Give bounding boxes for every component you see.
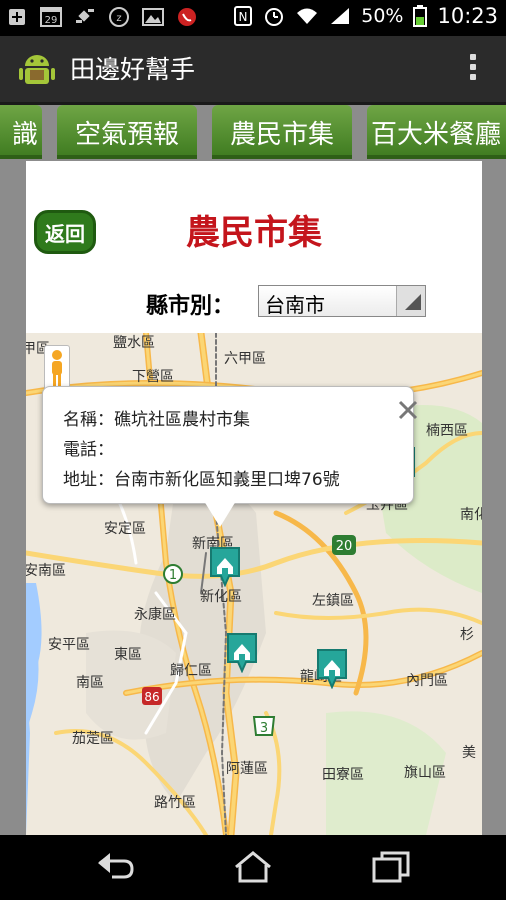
- satellite-icon: [74, 6, 96, 28]
- market-marker-icon[interactable]: [225, 631, 259, 673]
- home-nav-icon[interactable]: [228, 849, 278, 885]
- plus-notification-icon: [6, 6, 28, 28]
- clock-time: 10:23: [437, 4, 498, 28]
- info-phone-label: 電話：: [63, 440, 114, 460]
- system-status: N 50% 10:23: [233, 4, 498, 28]
- svg-text:左鎮區: 左鎮區: [312, 593, 354, 609]
- svg-text:茄萣區: 茄萣區: [72, 730, 114, 747]
- svg-text:下營區: 下營區: [132, 369, 174, 385]
- tab-label: 農民市集: [229, 119, 334, 150]
- calendar-icon: 29: [40, 6, 62, 28]
- svg-text:安定區: 安定區: [104, 521, 146, 537]
- info-name-row: 名稱：礁坑社區農村市集: [63, 405, 250, 430]
- signal-icon: [331, 8, 350, 24]
- svg-text:鹽水區: 鹽水區: [113, 335, 155, 351]
- svg-text:路竹區: 路竹區: [154, 795, 196, 811]
- svg-text:內門區: 內門區: [406, 673, 448, 689]
- svg-text:20: 20: [336, 539, 353, 554]
- svg-text:安南區: 安南區: [26, 563, 66, 579]
- calendar-day: 29: [45, 15, 58, 26]
- status-bar: 29 z N 50% 10:23: [0, 0, 506, 36]
- battery-icon: [413, 5, 428, 27]
- tab-label: 百大米餐廳: [371, 119, 502, 150]
- svg-text:田寮區: 田寮區: [322, 766, 364, 783]
- svg-text:旗山區: 旗山區: [404, 765, 446, 781]
- content-area: 識 空氣預報 農民市集 百大米餐廳 返回 農民市集 縣市別： 台南市 1 20 …: [0, 105, 506, 835]
- info-name-value: 礁坑社區農村市集: [114, 410, 250, 430]
- alarm-app-icon: z: [108, 6, 130, 28]
- city-select-value: 台南市: [265, 293, 325, 317]
- navigation-bar: [0, 835, 506, 900]
- phone-app-icon: [176, 6, 198, 28]
- svg-text:永康區: 永康區: [134, 606, 176, 623]
- svg-text:六甲區: 六甲區: [224, 351, 266, 367]
- svg-text:86: 86: [144, 690, 159, 704]
- tab-air-forecast[interactable]: 空氣預報: [57, 105, 197, 159]
- svg-text:z: z: [116, 13, 121, 24]
- market-marker-icon[interactable]: [315, 647, 349, 689]
- svg-text:南區: 南區: [76, 675, 104, 691]
- info-address-value: 台南市新化區知義里口埤76號: [114, 470, 340, 490]
- action-bar: 田邊好幫手: [0, 36, 506, 105]
- tab-strip[interactable]: 識 空氣預報 農民市集 百大米餐廳: [0, 105, 506, 163]
- dropdown-arrow-icon[interactable]: [396, 286, 425, 316]
- city-select[interactable]: 台南市: [258, 285, 426, 317]
- tab-label: 空氣預報: [74, 119, 179, 150]
- tab-farmers-market[interactable]: 農民市集: [212, 105, 352, 159]
- page-title: 農民市集: [186, 213, 322, 253]
- city-label: 縣市別：: [146, 294, 235, 319]
- market-info-window: 名稱：礁坑社區農村市集 電話： 地址：台南市新化區知義里口埤76號: [42, 386, 418, 504]
- map-view[interactable]: 1 20 3 86 甲區 鹽水區 六甲區 下營區 楠西區 玉井區 南化 新南區 …: [26, 333, 482, 835]
- market-marker-icon[interactable]: [208, 545, 242, 587]
- svg-text:杉: 杉: [460, 627, 474, 643]
- svg-text:新化區: 新化區: [200, 589, 242, 605]
- info-name-label: 名稱：: [63, 410, 114, 430]
- svg-text:3: 3: [260, 721, 268, 736]
- street-view-pegman-icon[interactable]: [44, 345, 70, 391]
- nfc-icon: N: [234, 6, 253, 26]
- market-panel: 返回 農民市集 縣市別： 台南市: [26, 161, 482, 333]
- tab-partial-left[interactable]: 識: [0, 105, 42, 159]
- wifi-icon: [297, 8, 318, 24]
- back-nav-icon[interactable]: [90, 849, 140, 885]
- image-icon: [142, 6, 164, 28]
- svg-text:南化: 南化: [460, 507, 482, 523]
- android-app-icon[interactable]: [18, 50, 56, 88]
- app-title: 田邊好幫手: [70, 55, 196, 84]
- svg-text:東區: 東區: [114, 647, 142, 663]
- info-address-label: 地址：: [63, 470, 114, 490]
- notification-icons: 29 z: [6, 6, 198, 28]
- svg-text:楠西區: 楠西區: [426, 423, 468, 439]
- overflow-menu-icon[interactable]: [470, 54, 476, 84]
- svg-text:安平區: 安平區: [48, 637, 90, 653]
- info-address-row: 地址：台南市新化區知義里口埤76號: [63, 465, 340, 490]
- battery-percent: 50%: [361, 5, 404, 27]
- svg-text:阿蓮區: 阿蓮區: [226, 761, 268, 777]
- alarm-clock-icon: [265, 8, 284, 26]
- svg-text:美: 美: [462, 745, 476, 761]
- tab-top-rice-restaurants[interactable]: 百大米餐廳: [367, 105, 506, 159]
- svg-text:歸仁區: 歸仁區: [170, 662, 212, 679]
- svg-text:1: 1: [169, 568, 177, 583]
- recent-apps-nav-icon[interactable]: [366, 849, 416, 885]
- info-phone-row: 電話：: [63, 435, 114, 460]
- svg-text:N: N: [239, 10, 248, 24]
- info-window-pointer: [204, 501, 236, 527]
- tab-label: 識: [11, 119, 38, 150]
